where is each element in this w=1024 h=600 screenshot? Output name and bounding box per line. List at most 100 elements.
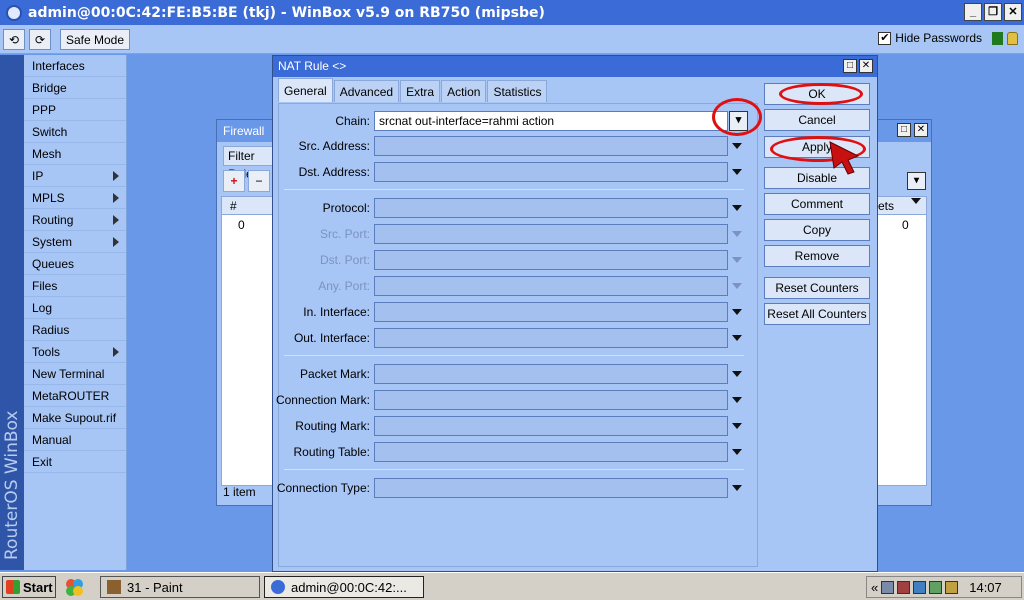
taskbar-paint[interactable]: 31 - Paint xyxy=(100,576,260,598)
sidebar-item-bridge[interactable]: Bridge xyxy=(24,77,126,99)
connection-type-label: Connection Type: xyxy=(276,481,370,495)
battery-icon[interactable] xyxy=(929,580,943,594)
quick-launch-icon[interactable] xyxy=(64,577,84,597)
sidebar-item-mesh[interactable]: Mesh xyxy=(24,143,126,165)
any-port-dropdown-icon xyxy=(732,283,742,289)
tray-expand-icon[interactable]: « xyxy=(871,580,878,595)
start-button[interactable]: Start xyxy=(2,576,56,598)
any-port-label: Any. Port: xyxy=(318,279,370,293)
minimize-button[interactable]: _ xyxy=(964,3,982,21)
routing-mark-label: Routing Mark: xyxy=(295,419,370,433)
reset-all-counters-button[interactable]: Reset All Counters xyxy=(764,303,870,325)
volume-icon[interactable] xyxy=(913,580,927,594)
submenu-arrow-icon xyxy=(113,193,119,203)
sidebar-item-new-terminal[interactable]: New Terminal xyxy=(24,363,126,385)
nat-maximize-button[interactable]: □ xyxy=(843,59,857,73)
brand-strip: RouterOS WinBox xyxy=(0,55,24,570)
protocol-field[interactable] xyxy=(374,198,728,218)
network-icon[interactable] xyxy=(881,580,895,594)
dst-address-dropdown-icon[interactable] xyxy=(732,169,742,175)
comment-button[interactable]: Comment xyxy=(764,193,870,215)
tab-statistics[interactable]: Statistics xyxy=(487,80,548,102)
safe-mode-button[interactable]: Safe Mode xyxy=(60,29,130,50)
column-dropdown-icon[interactable] xyxy=(911,198,921,204)
sidebar-item-make-supout[interactable]: Make Supout.rif xyxy=(24,407,126,429)
row-number[interactable]: 0 xyxy=(238,218,245,232)
close-button[interactable]: ✕ xyxy=(1004,3,1022,21)
in-interface-dropdown-icon[interactable] xyxy=(732,309,742,315)
packet-mark-field[interactable] xyxy=(374,364,728,384)
column-header-number[interactable]: # xyxy=(230,199,237,213)
in-interface-field[interactable] xyxy=(374,302,728,322)
packet-mark-dropdown-icon[interactable] xyxy=(732,371,742,377)
copy-button[interactable]: Copy xyxy=(764,219,870,241)
tab-general[interactable]: General xyxy=(278,78,333,102)
redo-icon[interactable]: ⟳ xyxy=(29,29,51,50)
sidebar-item-ppp[interactable]: PPP xyxy=(24,99,126,121)
window-title: admin@00:0C:42:FE:B5:BE (tkj) - WinBox v… xyxy=(28,4,545,21)
cancel-button[interactable]: Cancel xyxy=(764,109,870,131)
chain-field[interactable]: srcnat out-interface=rahmi action xyxy=(374,111,728,131)
firewall-close-button[interactable]: ✕ xyxy=(914,123,928,137)
sidebar-item-metarouter[interactable]: MetaROUTER xyxy=(24,385,126,407)
connection-type-field[interactable] xyxy=(374,478,728,498)
column-header-packets[interactable]: ets xyxy=(878,199,894,213)
src-address-dropdown-icon[interactable] xyxy=(732,143,742,149)
routing-mark-field[interactable] xyxy=(374,416,728,436)
nat-close-button[interactable]: ✕ xyxy=(859,59,873,73)
hide-passwords-checkbox[interactable]: ✔ xyxy=(878,31,892,45)
connection-type-dropdown-icon[interactable] xyxy=(732,485,742,491)
remove-button[interactable]: Remove xyxy=(764,245,870,267)
routing-table-row: Routing Table: xyxy=(279,442,754,462)
src-address-field[interactable] xyxy=(374,136,728,156)
protocol-dropdown-icon[interactable] xyxy=(732,205,742,211)
packet-mark-label: Packet Mark: xyxy=(299,367,370,381)
reset-counters-button[interactable]: Reset Counters xyxy=(764,277,870,299)
undo-icon[interactable]: ⟲ xyxy=(3,29,25,50)
sidebar-item-routing[interactable]: Routing xyxy=(24,209,126,231)
sidebar-item-interfaces[interactable]: Interfaces xyxy=(24,55,126,77)
routing-mark-dropdown-icon[interactable] xyxy=(732,423,742,429)
sidebar-item-radius[interactable]: Radius xyxy=(24,319,126,341)
routing-table-field[interactable] xyxy=(374,442,728,462)
tab-advanced[interactable]: Advanced xyxy=(333,80,400,102)
connection-mark-row: Connection Mark: xyxy=(275,390,754,410)
out-interface-dropdown-icon[interactable] xyxy=(732,335,742,341)
dst-address-field[interactable] xyxy=(374,162,728,182)
sidebar-item-system[interactable]: System xyxy=(24,231,126,253)
sidebar-item-queues[interactable]: Queues xyxy=(24,253,126,275)
connection-mark-dropdown-icon[interactable] xyxy=(732,397,742,403)
dst-port-field xyxy=(374,250,728,270)
connection-mark-label: Connection Mark: xyxy=(275,393,370,407)
window-title-bar: admin@00:0C:42:FE:B5:BE (tkj) - WinBox v… xyxy=(0,0,1024,25)
security-icon[interactable] xyxy=(897,580,911,594)
dst-port-label: Dst. Port: xyxy=(319,253,370,267)
sidebar-item-mpls[interactable]: MPLS xyxy=(24,187,126,209)
sidebar-item-switch[interactable]: Switch xyxy=(24,121,126,143)
sidebar-item-ip[interactable]: IP xyxy=(24,165,126,187)
sidebar-item-tools[interactable]: Tools xyxy=(24,341,126,363)
remove-rule-icon[interactable]: − xyxy=(248,170,270,192)
sidebar-item-log[interactable]: Log xyxy=(24,297,126,319)
tab-extra[interactable]: Extra xyxy=(400,80,441,102)
tab-action[interactable]: Action xyxy=(441,80,487,102)
clock[interactable]: 14:07 xyxy=(969,580,1002,595)
maximize-button[interactable]: ❐ xyxy=(984,3,1002,21)
dropdown-icon[interactable]: ▾ xyxy=(907,172,926,190)
connection-mark-field[interactable] xyxy=(374,390,728,410)
sidebar-item-exit[interactable]: Exit xyxy=(24,451,126,473)
nat-tabs: General Advanced Extra Action Statistics xyxy=(278,78,548,102)
firewall-status: 1 item xyxy=(223,485,256,499)
taskbar-winbox[interactable]: admin@00:0C:42:... xyxy=(264,576,424,598)
tray-app-icon[interactable] xyxy=(945,580,959,594)
sidebar-item-files[interactable]: Files xyxy=(24,275,126,297)
src-port-dropdown-icon xyxy=(732,231,742,237)
out-interface-field[interactable] xyxy=(374,328,728,348)
add-rule-icon[interactable]: + xyxy=(223,170,245,192)
firewall-maximize-button[interactable]: □ xyxy=(897,123,911,137)
routing-table-dropdown-icon[interactable] xyxy=(732,449,742,455)
protocol-label: Protocol: xyxy=(322,201,370,215)
sidebar-item-manual[interactable]: Manual xyxy=(24,429,126,451)
dst-port-dropdown-icon xyxy=(732,257,742,263)
row-packets[interactable]: 0 xyxy=(902,218,909,232)
